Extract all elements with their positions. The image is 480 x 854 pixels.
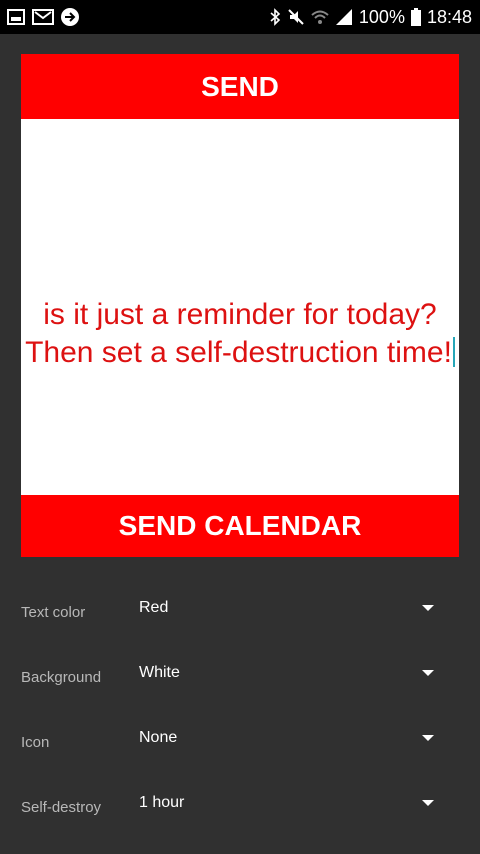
battery-percent: 100% (358, 6, 405, 27)
icon-label: Icon (21, 734, 50, 751)
icon-select[interactable]: None (128, 715, 448, 763)
dropdown-arrow-icon (422, 605, 434, 611)
setting-row-self-destroy: Self-destroy 1 hour (0, 770, 480, 835)
setting-row-text-color: Text color Red (0, 575, 480, 640)
message-text: is it just a reminder for today? Then se… (25, 297, 452, 369)
setting-row-background: Background White (0, 640, 480, 705)
dropdown-arrow-icon (422, 800, 434, 806)
wifi-icon (311, 8, 329, 26)
notification-icons (6, 7, 80, 27)
status-bar: 100% 18:48 (0, 0, 480, 34)
sync-icon (60, 7, 80, 27)
message-card: SEND is it just a reminder for today? Th… (21, 54, 459, 557)
send-button-label: SEND (201, 70, 279, 102)
message-input[interactable]: is it just a reminder for today? Then se… (25, 296, 455, 372)
text-cursor (452, 336, 455, 367)
send-calendar-button-label: SEND CALENDAR (118, 510, 362, 541)
setting-row-icon: Icon None (0, 705, 480, 770)
signal-icon (335, 8, 353, 26)
battery-icon (410, 8, 421, 26)
self-destroy-label: Self-destroy (21, 799, 102, 816)
bluetooth-icon (269, 8, 281, 26)
background-select[interactable]: White (128, 650, 448, 698)
background-label: Background (21, 669, 102, 686)
send-calendar-button[interactable]: SEND CALENDAR (21, 495, 459, 557)
self-destroy-value: 1 hour (139, 794, 185, 811)
background-value: White (139, 664, 180, 681)
send-button[interactable]: SEND (21, 54, 459, 119)
gallery-icon (6, 7, 26, 27)
message-area[interactable]: is it just a reminder for today? Then se… (21, 119, 459, 548)
icon-value: None (139, 729, 178, 746)
text-color-value: Red (139, 599, 169, 616)
settings-list: Text color Red Background White Icon Non… (0, 575, 480, 835)
self-destroy-select[interactable]: 1 hour (128, 780, 448, 828)
dropdown-arrow-icon (422, 735, 434, 741)
text-color-select[interactable]: Red (128, 585, 448, 633)
mute-icon (287, 8, 305, 26)
dropdown-arrow-icon (422, 670, 434, 676)
text-color-label: Text color (21, 604, 86, 621)
system-icons: 100% 18:48 (269, 7, 472, 28)
clock: 18:48 (426, 6, 472, 27)
mail-icon (32, 7, 54, 27)
